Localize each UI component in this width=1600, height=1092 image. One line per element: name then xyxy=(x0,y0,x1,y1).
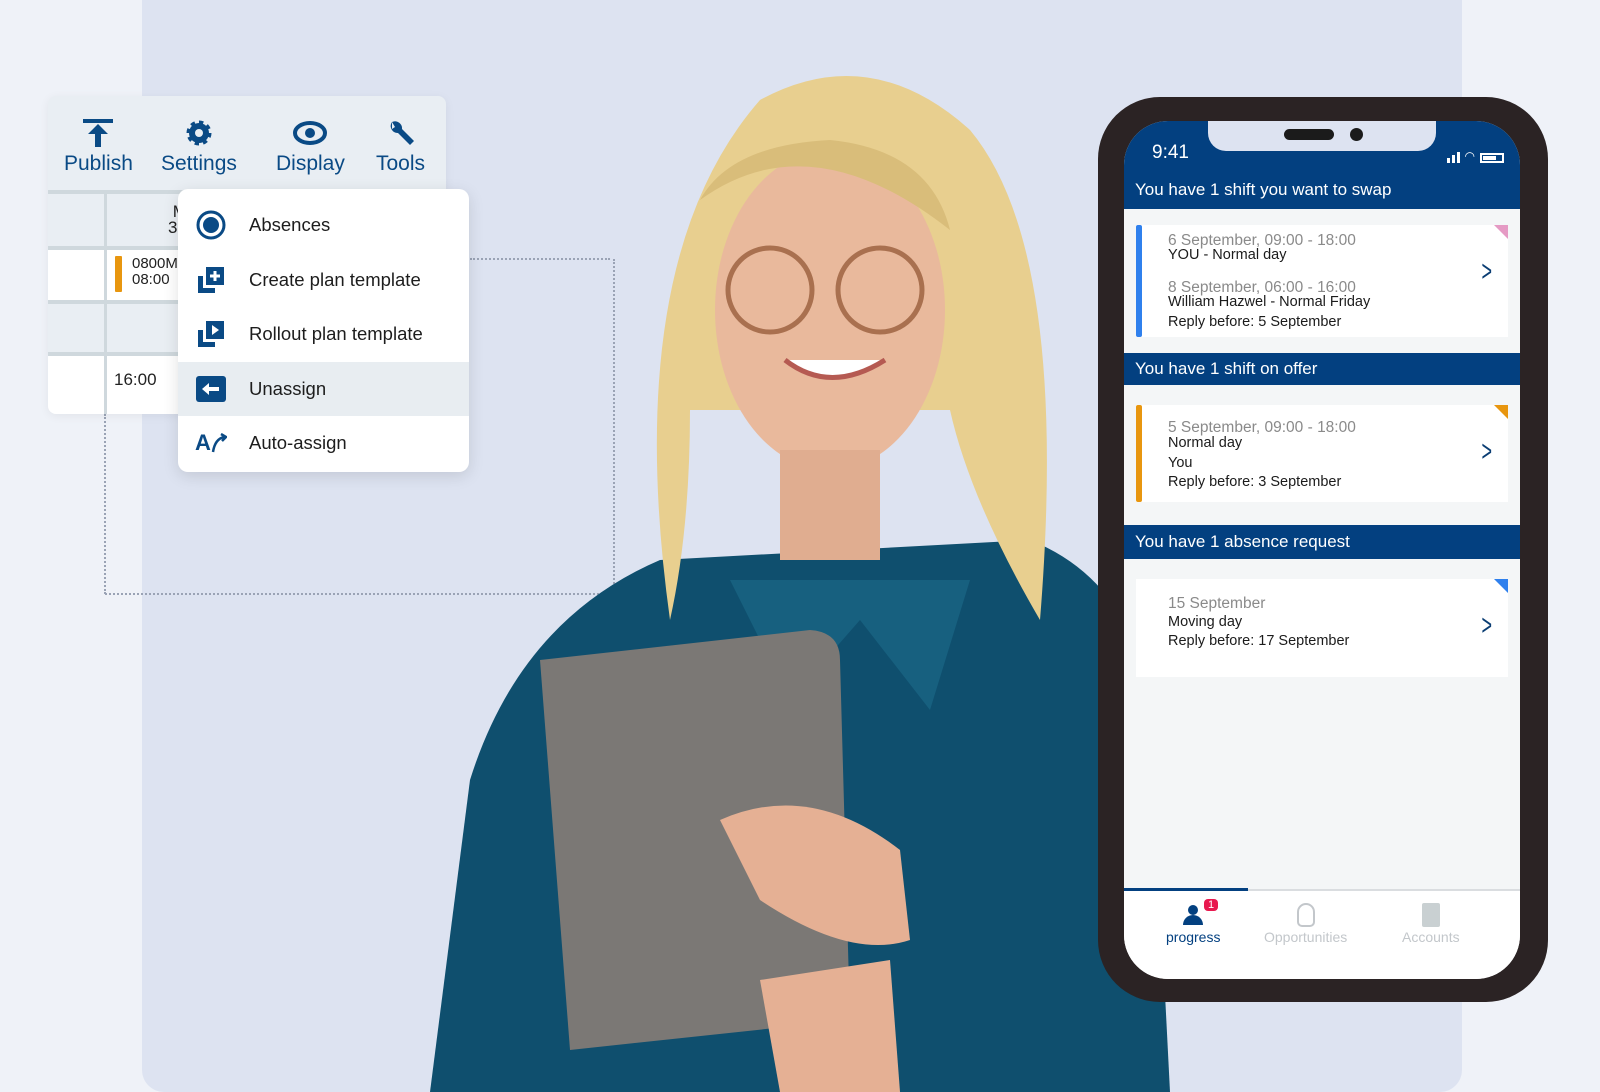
tools-button[interactable]: Tools xyxy=(376,118,425,176)
absence-request-card[interactable]: 15 September Moving day Reply before: 17… xyxy=(1136,579,1508,677)
connector-dotted-line xyxy=(104,414,106,594)
accounts-icon xyxy=(1421,903,1440,927)
gear-icon xyxy=(186,120,212,146)
publish-icon xyxy=(83,119,114,147)
chevron-right-icon: > xyxy=(1481,435,1493,468)
tab-accounts[interactable]: Accounts xyxy=(1402,903,1460,945)
swap-detail-1: YOU - Normal day xyxy=(1168,247,1287,263)
tab-label: Accounts xyxy=(1402,929,1460,945)
card-corner-flag xyxy=(1494,225,1508,239)
auto-assign-icon: A xyxy=(195,428,227,458)
rollout-template-icon xyxy=(195,319,227,349)
swap-detail-2: William Hazwel - Normal Friday xyxy=(1168,294,1371,310)
settings-label: Settings xyxy=(161,152,237,175)
display-button[interactable]: Display xyxy=(276,118,345,176)
swap-request-card[interactable]: 6 September, 09:00 - 18:00 YOU - Normal … xyxy=(1136,225,1508,337)
absence-date: 15 September xyxy=(1168,595,1266,612)
offer-card[interactable]: 5 September, 09:00 - 18:00 Normal day Yo… xyxy=(1136,405,1508,502)
tools-label: Tools xyxy=(376,152,426,175)
tab-label: progress xyxy=(1166,929,1221,945)
settings-button[interactable]: Settings xyxy=(161,118,237,176)
woman-holding-tablet-photo xyxy=(430,76,1170,1092)
signal-icon xyxy=(1446,152,1460,163)
publish-button[interactable]: Publish xyxy=(64,118,133,176)
grid-divider xyxy=(104,190,107,414)
swap-section-header: You have 1 shift you want to swap xyxy=(1135,180,1392,199)
swap-reply-before: Reply before: 5 September xyxy=(1168,314,1342,330)
card-color-bar xyxy=(1136,225,1142,337)
absence-reason: Moving day xyxy=(1168,614,1243,630)
shift-entry[interactable]: 0800M 08:00 xyxy=(132,256,178,288)
phone-notch xyxy=(1208,121,1436,151)
unassign-icon xyxy=(195,374,227,404)
create-template-icon xyxy=(195,265,227,295)
menu-item-unassign[interactable]: Unassign xyxy=(178,361,469,416)
menu-label: Auto-assign xyxy=(249,432,347,454)
lightbulb-icon xyxy=(1296,903,1315,927)
notification-badge: 1 xyxy=(1204,899,1219,911)
menu-label: Create plan template xyxy=(249,268,421,290)
active-tab-indicator xyxy=(1124,888,1248,891)
tab-progress[interactable]: 1 progress xyxy=(1166,899,1221,945)
offer-reply-before: Reply before: 3 September xyxy=(1168,474,1342,490)
menu-item-auto-assign[interactable]: A Auto-assign xyxy=(178,416,469,471)
chevron-right-icon: > xyxy=(1481,609,1493,642)
status-time: 9:41 xyxy=(1152,142,1189,163)
menu-item-absences[interactable]: Absences xyxy=(178,198,469,253)
offer-owner: You xyxy=(1168,455,1193,471)
person-icon xyxy=(1182,903,1204,927)
card-corner-flag xyxy=(1494,579,1508,593)
menu-item-create-plan-template[interactable]: Create plan template xyxy=(178,253,469,308)
wifi-icon: ◠ xyxy=(1464,149,1475,163)
menu-item-rollout-plan-template[interactable]: Rollout plan template xyxy=(178,307,469,362)
publish-label: Publish xyxy=(64,152,133,175)
card-color-bar xyxy=(1136,405,1142,502)
tools-dropdown-menu: Absences Create plan template Rollout pl… xyxy=(178,189,469,472)
display-label: Display xyxy=(276,152,345,175)
status-icons: ◠ xyxy=(1446,149,1504,163)
offer-section-header: You have 1 shift on offer xyxy=(1124,353,1520,385)
offer-shift-type: Normal day xyxy=(1168,435,1243,451)
chevron-right-icon: > xyxy=(1481,255,1493,288)
battery-icon xyxy=(1480,153,1504,163)
wrench-icon xyxy=(390,121,414,145)
menu-label: Rollout plan template xyxy=(249,323,423,345)
absence-section-header: You have 1 absence request xyxy=(1124,525,1520,559)
tab-label: Opportunities xyxy=(1264,929,1348,945)
phone-screen: 9:41 ◠ You have 1 shift you want to swap… xyxy=(1124,121,1520,979)
bottom-tab-bar: 1 progress Opportunities Accounts xyxy=(1124,888,1520,979)
tab-opportunities[interactable]: Opportunities xyxy=(1264,903,1347,945)
phone-mockup: 9:41 ◠ You have 1 shift you want to swap… xyxy=(1098,97,1548,1002)
menu-label: Unassign xyxy=(249,377,327,399)
shift-color-bar xyxy=(115,256,122,292)
menu-label: Absences xyxy=(249,214,331,236)
eye-icon xyxy=(293,121,328,145)
absence-reply-before: Reply before: 17 September xyxy=(1168,633,1350,649)
absence-icon xyxy=(195,210,227,240)
shift-time: 16:00 xyxy=(114,370,157,389)
card-corner-flag xyxy=(1494,405,1508,419)
